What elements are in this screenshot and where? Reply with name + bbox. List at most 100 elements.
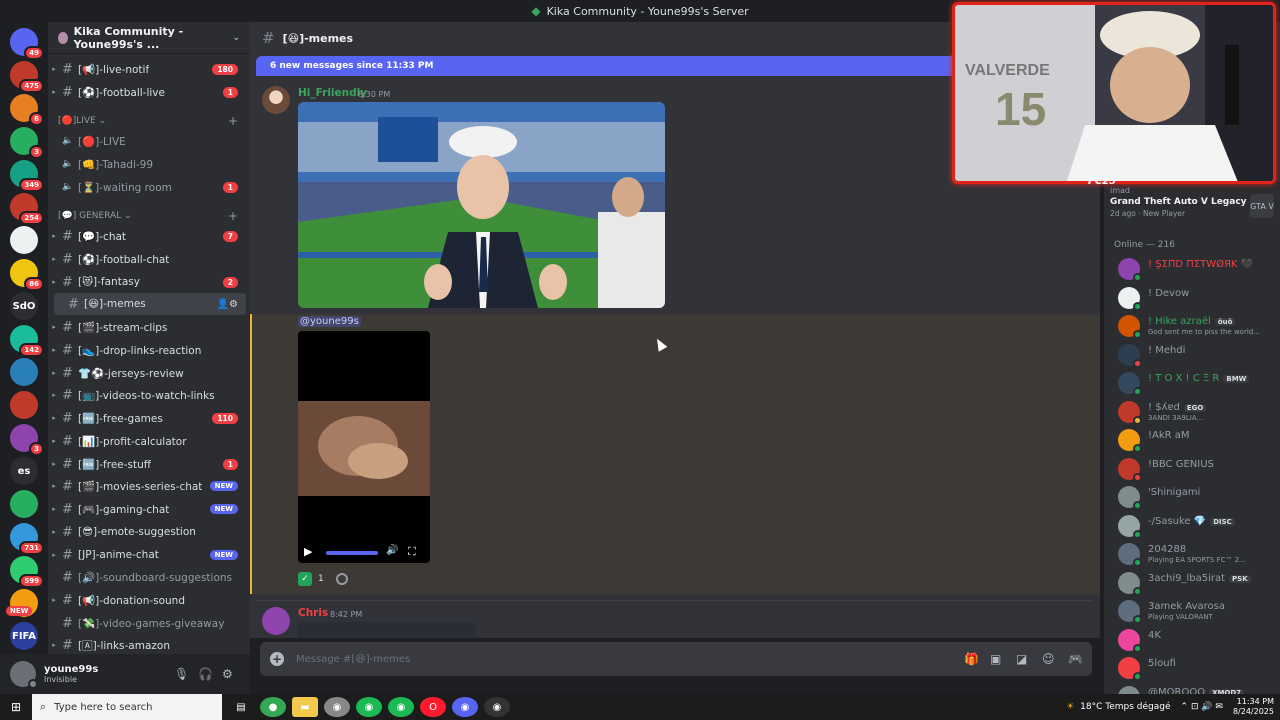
new-messages-bar[interactable]: 6 new messages since 11:33 PM xyxy=(256,56,956,76)
message-author[interactable]: Hi_Friiendly xyxy=(298,87,367,99)
server-icon[interactable] xyxy=(10,391,38,419)
channel-text[interactable]: ▸ # [📢]-donation-sound xyxy=(48,589,250,611)
chevron-down-icon[interactable]: ⌄ xyxy=(232,33,240,43)
video-player[interactable]: ▶ 🔊 ⛶ xyxy=(298,331,430,563)
chrome-icon[interactable]: ● xyxy=(260,697,286,717)
file-explorer-icon[interactable]: ▬ xyxy=(292,697,318,717)
member-item[interactable]: 'Shinigami xyxy=(1118,486,1278,512)
gif-icon[interactable]: ▣ xyxy=(990,652,1001,666)
channel-text[interactable]: # [💸]-video-games-giveaway xyxy=(48,612,250,634)
server-icon[interactable] xyxy=(10,226,38,254)
server-icon[interactable]: es xyxy=(10,457,38,485)
discord-icon[interactable]: 49 xyxy=(10,28,44,60)
task-view-icon[interactable]: ▤ xyxy=(228,697,254,717)
channel-text[interactable]: ▸ # [🆓]-free-stuff 1 xyxy=(48,453,250,475)
channel-text[interactable]: ▸ # [😎]-emote-suggestion xyxy=(48,521,250,543)
channel-text[interactable]: ▸ # [📊]-profit-calculator xyxy=(48,430,250,452)
channel-text[interactable]: ▸ # [📢]-live-notif 180 xyxy=(48,58,250,80)
channel-text[interactable]: ▸ # [⚽]-football-live 1 xyxy=(48,81,250,103)
member-item[interactable]: ! Hike azraël ôuô God sent me to piss the … xyxy=(1118,315,1278,341)
play-icon[interactable]: ▶ xyxy=(304,545,312,558)
message-image[interactable] xyxy=(298,622,476,638)
settings-gear-icon[interactable]: ⚙ xyxy=(222,667,233,681)
server-icon[interactable]: 349 xyxy=(10,160,44,192)
member-item[interactable]: ! ŞΣΠD ΠΣTWØЯK 🖤 xyxy=(1118,258,1278,284)
member-item[interactable]: -/Sasuke 💎 DISC xyxy=(1118,514,1278,541)
member-item[interactable]: 3amek Avarosa Playing VALORANT xyxy=(1118,600,1278,626)
channel-text[interactable]: ▸ # [👟]-drop-links-reaction xyxy=(48,339,250,361)
add-channel-icon[interactable]: + xyxy=(228,209,238,223)
member-item[interactable]: 204288 Playing EA SPORTS FC™ 2... xyxy=(1118,543,1278,569)
message-image[interactable] xyxy=(298,102,665,308)
channel-text[interactable]: ▸ # [JP]-anime-chat NEW xyxy=(48,544,250,566)
app-icon[interactable]: ◉ xyxy=(484,697,510,717)
avatar[interactable] xyxy=(10,661,38,689)
channel-text[interactable]: ▸ # [🄰]-links-amazon xyxy=(48,634,250,654)
server-icon[interactable]: SdO xyxy=(10,292,38,320)
opera-icon[interactable]: O xyxy=(420,697,446,717)
taskbar-search[interactable]: ⌕ Type here to search xyxy=(32,694,222,720)
avatar[interactable] xyxy=(262,607,290,635)
emoji-icon[interactable]: ☺ xyxy=(1042,652,1055,666)
channel-text[interactable]: ▸ # [💬]-chat 7 xyxy=(48,225,250,247)
server-icon[interactable]: 254 xyxy=(10,193,44,225)
weather-text[interactable]: 18°C Temps dégagé xyxy=(1080,702,1170,712)
member-item[interactable]: ! Devow xyxy=(1118,286,1278,313)
server-icon[interactable]: 142 xyxy=(10,325,44,357)
channel-voice[interactable]: 🔈 [👊]-Tahadi-99 xyxy=(48,153,250,175)
channel-category[interactable]: [💬] GENERAL ⌄ + xyxy=(48,207,250,225)
server-icon[interactable]: 731 xyxy=(10,523,44,555)
app-icon[interactable]: ◉ xyxy=(324,697,350,717)
server-icon[interactable]: 3 xyxy=(10,127,44,159)
member-item[interactable]: 3achi9_lba5irat PSK xyxy=(1118,571,1278,598)
fullscreen-icon[interactable]: ⛶ xyxy=(408,545,416,559)
apps-icon[interactable]: 🎮 xyxy=(1068,652,1083,666)
server-icon[interactable]: 3 xyxy=(10,424,44,456)
channel-text[interactable]: ▸ # [🆓]-free-games 110 xyxy=(48,407,250,429)
microphone-icon[interactable]: 🎙 xyxy=(174,667,189,681)
clock[interactable]: 11:34 PM 8/24/2025 xyxy=(1233,697,1274,717)
channel-text[interactable]: ▸ # [🎮]-gaming-chat NEW xyxy=(48,498,250,520)
message-input[interactable]: + Message #[😆]-memes 🎁 ▣ ◪ ☺ 🎮 xyxy=(260,642,1092,676)
add-reaction-icon[interactable] xyxy=(335,573,348,585)
channel-text[interactable]: ▸ # [🎬]-stream-clips xyxy=(48,316,250,338)
headphones-icon[interactable]: 🎧 xyxy=(198,667,213,681)
member-item[interactable]: ! T O X ! C Ξ R BMW xyxy=(1118,372,1278,398)
avatar[interactable] xyxy=(262,86,290,114)
tray-icons[interactable]: ⌃ ⊡ 🔊 ✉ xyxy=(1181,702,1223,712)
gift-icon[interactable]: 🎁 xyxy=(964,652,979,666)
server-icon[interactable]: FIFA xyxy=(10,622,38,650)
activity-card[interactable]: imad Grand Theft Auto V Legacy 2d ago · … xyxy=(1110,186,1274,218)
server-icon[interactable]: 475 xyxy=(10,61,44,93)
channel-text[interactable]: ▸ # [😻]-fantasy 2 xyxy=(48,271,250,293)
sticker-icon[interactable]: ◪ xyxy=(1016,652,1027,666)
volume-icon[interactable]: 🔊 xyxy=(386,545,398,556)
channel-text[interactable]: ▸ # [⚽]-football-chat xyxy=(48,248,250,270)
channel-text[interactable]: ▸ # [🎬]-movies-series-chat NEW xyxy=(48,475,250,497)
user-mention[interactable]: @youne99s xyxy=(298,316,361,327)
member-item[interactable]: !BBC GENIUS xyxy=(1118,457,1278,484)
discord-icon[interactable]: ◉ xyxy=(452,697,478,717)
windows-start-icon[interactable]: ⊞ xyxy=(0,694,32,720)
volume-slider[interactable] xyxy=(326,551,378,555)
server-icon[interactable]: 6 xyxy=(10,94,44,126)
message-author[interactable]: Chris xyxy=(298,607,328,619)
channel-text[interactable]: # [🔊]-soundboard-suggestions xyxy=(48,566,250,588)
server-icon[interactable]: 86 xyxy=(10,259,44,291)
spotify-icon[interactable]: ◉ xyxy=(388,697,414,717)
channel-text[interactable]: ▸ # 👕⚽-jerseys-review xyxy=(48,362,250,384)
member-item[interactable]: @MOROOO XMOD7 xyxy=(1118,685,1278,694)
member-item[interactable]: 4K xyxy=(1118,628,1278,655)
channel-category[interactable]: [🔴]LIVE ⌄ + xyxy=(48,112,250,130)
attach-plus-icon[interactable]: + xyxy=(270,652,284,666)
channel-voice[interactable]: 🔈 [🔴]-LIVE xyxy=(48,130,250,152)
channel-text[interactable]: ▸ # [📺]-videos-to-watch-links xyxy=(48,384,250,406)
member-item[interactable]: ! Mehdi xyxy=(1118,343,1278,370)
server-icon[interactable] xyxy=(10,358,38,386)
member-item[interactable]: 5loufi xyxy=(1118,657,1278,683)
channel-text[interactable]: # [😆]-memes 👤⚙ xyxy=(54,293,246,315)
server-header[interactable]: Kika Community - Youne99s's ... ⌄ xyxy=(48,22,250,54)
add-channel-icon[interactable]: + xyxy=(228,114,238,128)
checkmark-reaction[interactable]: ✓ xyxy=(298,572,312,586)
channel-settings-icon[interactable]: 👤⚙ xyxy=(217,299,238,310)
